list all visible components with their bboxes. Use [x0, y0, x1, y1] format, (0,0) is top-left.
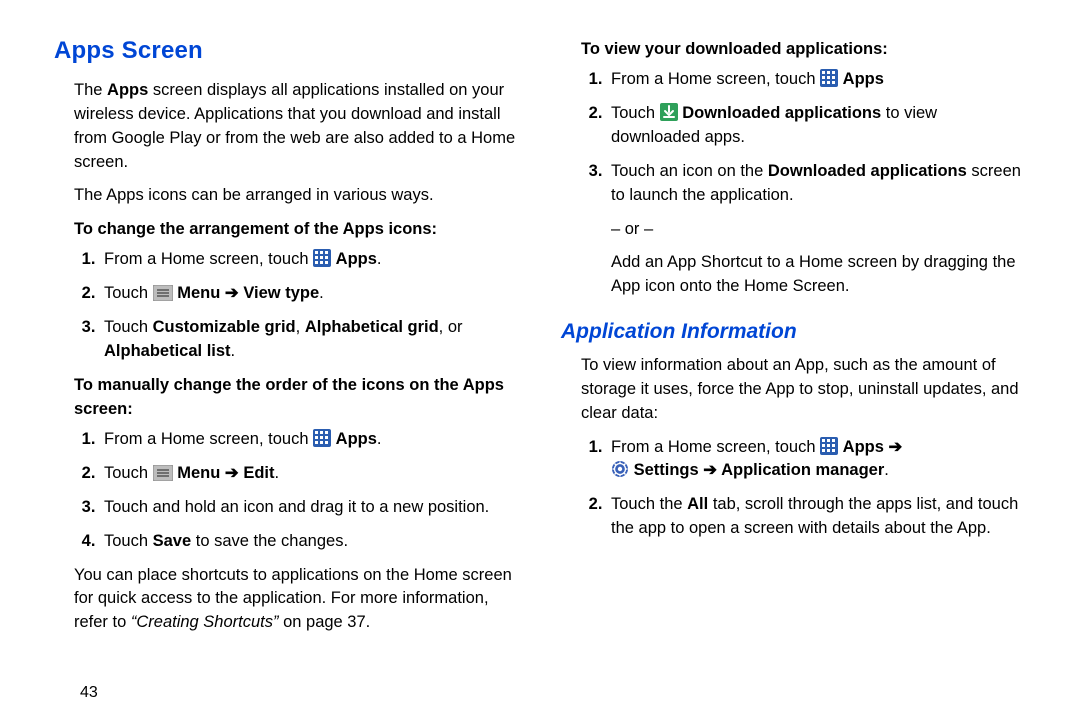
intro-paragraph-1: The Apps screen displays all application…: [54, 79, 523, 175]
heading-application-information: Application Information: [561, 317, 1030, 347]
list-item: Touch Menu ➔ Edit.: [100, 462, 523, 486]
list-item: Touch Menu ➔ View type.: [100, 282, 523, 306]
intro-paragraph-2: The Apps icons can be arranged in variou…: [54, 184, 523, 208]
list-view-downloaded: From a Home screen, touch Apps Touch Dow…: [561, 68, 1030, 208]
list-item: Touch Customizable grid, Alphabetical gr…: [100, 316, 523, 364]
settings-gear-icon: [611, 460, 629, 478]
subheading-change-arrangement: To change the arrangement of the Apps ic…: [54, 218, 523, 242]
list-item: From a Home screen, touch Apps.: [100, 428, 523, 452]
subheading-view-downloaded: To view your downloaded applications:: [561, 38, 1030, 62]
apps-grid-icon: [820, 437, 838, 455]
apps-grid-icon: [820, 69, 838, 87]
download-icon: [660, 103, 678, 121]
list-item: Touch and hold an icon and drag it to a …: [100, 496, 523, 520]
apps-grid-icon: [313, 249, 331, 267]
app-info-intro: To view information about an App, such a…: [561, 354, 1030, 426]
list-change-arrangement: From a Home screen, touch Apps. Touch Me…: [54, 248, 523, 364]
apps-grid-icon: [313, 429, 331, 447]
list-item: From a Home screen, touch Apps.: [100, 248, 523, 272]
list-item: Touch Save to save the changes.: [100, 530, 523, 554]
list-item: From a Home screen, touch Apps ➔ Setting…: [607, 436, 1030, 484]
right-column: To view your downloaded applications: Fr…: [561, 34, 1030, 700]
after-or-paragraph: Add an App Shortcut to a Home screen by …: [561, 251, 1030, 299]
left-column: Apps Screen The Apps screen displays all…: [54, 34, 523, 700]
subheading-manual-order: To manually change the order of the icon…: [54, 374, 523, 422]
menu-icon: [153, 465, 173, 481]
list-item: Touch Downloaded applications to view do…: [607, 102, 1030, 150]
page-number: 43: [80, 681, 98, 704]
list-item: Touch the All tab, scroll through the ap…: [607, 493, 1030, 541]
list-item: From a Home screen, touch Apps: [607, 68, 1030, 92]
list-manual-order: From a Home screen, touch Apps. Touch Me…: [54, 428, 523, 554]
shortcut-paragraph: You can place shortcuts to applications …: [54, 564, 523, 636]
list-item: Touch an icon on the Downloaded applicat…: [607, 160, 1030, 208]
or-separator: – or –: [561, 218, 1030, 242]
list-application-information: From a Home screen, touch Apps ➔ Setting…: [561, 436, 1030, 542]
heading-apps-screen: Apps Screen: [54, 34, 523, 69]
menu-icon: [153, 285, 173, 301]
